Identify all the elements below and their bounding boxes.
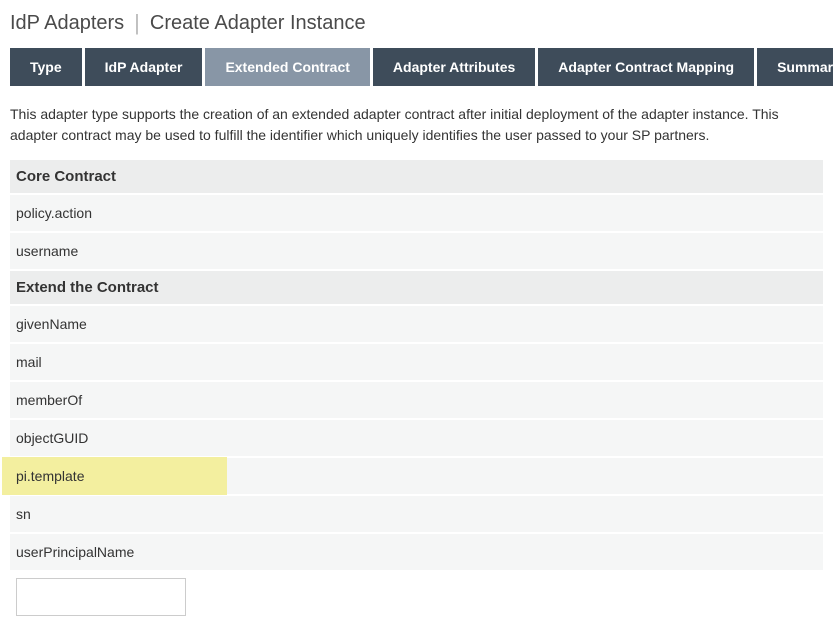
breadcrumb-parent[interactable]: IdP Adapters bbox=[10, 12, 124, 35]
breadcrumb-separator: | bbox=[134, 10, 140, 36]
tab-idp-adapter[interactable]: IdP Adapter bbox=[85, 48, 203, 86]
tab-extended-contract[interactable]: Extended Contract bbox=[205, 48, 369, 86]
new-attribute-row bbox=[10, 578, 823, 616]
extend-contract-row: userPrincipalName bbox=[10, 534, 823, 570]
new-attribute-input[interactable] bbox=[16, 578, 186, 616]
tab-summary[interactable]: Summary bbox=[757, 48, 833, 86]
extend-contract-row: objectGUID bbox=[10, 420, 823, 456]
extend-contract-row: mail bbox=[10, 344, 823, 380]
tab-adapter-attributes[interactable]: Adapter Attributes bbox=[373, 48, 535, 86]
extend-contract-row: memberOf bbox=[10, 382, 823, 418]
breadcrumb-current: Create Adapter Instance bbox=[150, 12, 366, 35]
extend-contract-row-highlighted: pi.template bbox=[10, 458, 823, 494]
extend-contract-row-label: pi.template bbox=[16, 468, 84, 484]
tab-description: This adapter type supports the creation … bbox=[10, 104, 823, 146]
tab-bar: Type IdP Adapter Extended Contract Adapt… bbox=[10, 48, 823, 86]
extend-contract-row: givenName bbox=[10, 306, 823, 342]
core-contract-header: Core Contract bbox=[10, 160, 823, 193]
tab-type[interactable]: Type bbox=[10, 48, 82, 86]
core-contract-row: policy.action bbox=[10, 195, 823, 231]
tab-adapter-contract-mapping[interactable]: Adapter Contract Mapping bbox=[538, 48, 754, 86]
extend-contract-row: sn bbox=[10, 496, 823, 532]
extend-contract-header: Extend the Contract bbox=[10, 271, 823, 304]
breadcrumb: IdP Adapters | Create Adapter Instance bbox=[10, 10, 823, 36]
core-contract-row: username bbox=[10, 233, 823, 269]
